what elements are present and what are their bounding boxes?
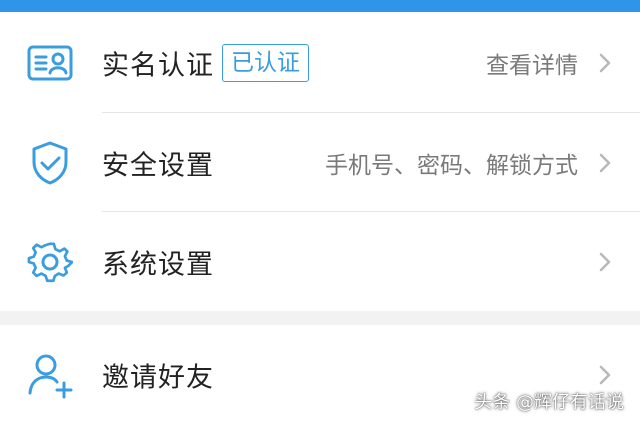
menu-item-real-name-verification[interactable]: 实名认证 已认证 查看详情 bbox=[0, 13, 640, 112]
verified-badge: 已认证 bbox=[222, 43, 309, 82]
add-user-icon bbox=[24, 349, 76, 401]
chevron-right-icon bbox=[599, 53, 611, 72]
chevron-right-icon bbox=[599, 365, 611, 384]
top-accent-bar bbox=[0, 0, 640, 12]
section-gap bbox=[0, 311, 640, 325]
id-card-icon bbox=[24, 37, 76, 89]
menu-item-label: 邀请好友 bbox=[102, 362, 214, 393]
watermark: 头条 @辉仔有话说 bbox=[474, 392, 624, 413]
menu-item-security-settings[interactable]: 安全设置 手机号、密码、解锁方式 bbox=[0, 113, 640, 212]
menu-item-label: 实名认证 bbox=[102, 50, 214, 81]
chevron-right-icon bbox=[599, 153, 611, 172]
menu-item-label: 系统设置 bbox=[102, 249, 214, 280]
menu-item-label: 安全设置 bbox=[102, 150, 214, 181]
view-details-link[interactable]: 查看详情 bbox=[486, 46, 578, 80]
menu-item-detail: 手机号、密码、解锁方式 bbox=[325, 152, 578, 179]
gear-icon bbox=[24, 236, 76, 288]
chevron-right-icon bbox=[599, 252, 611, 271]
shield-check-icon bbox=[24, 137, 76, 189]
menu-item-system-settings[interactable]: 系统设置 bbox=[0, 212, 640, 311]
